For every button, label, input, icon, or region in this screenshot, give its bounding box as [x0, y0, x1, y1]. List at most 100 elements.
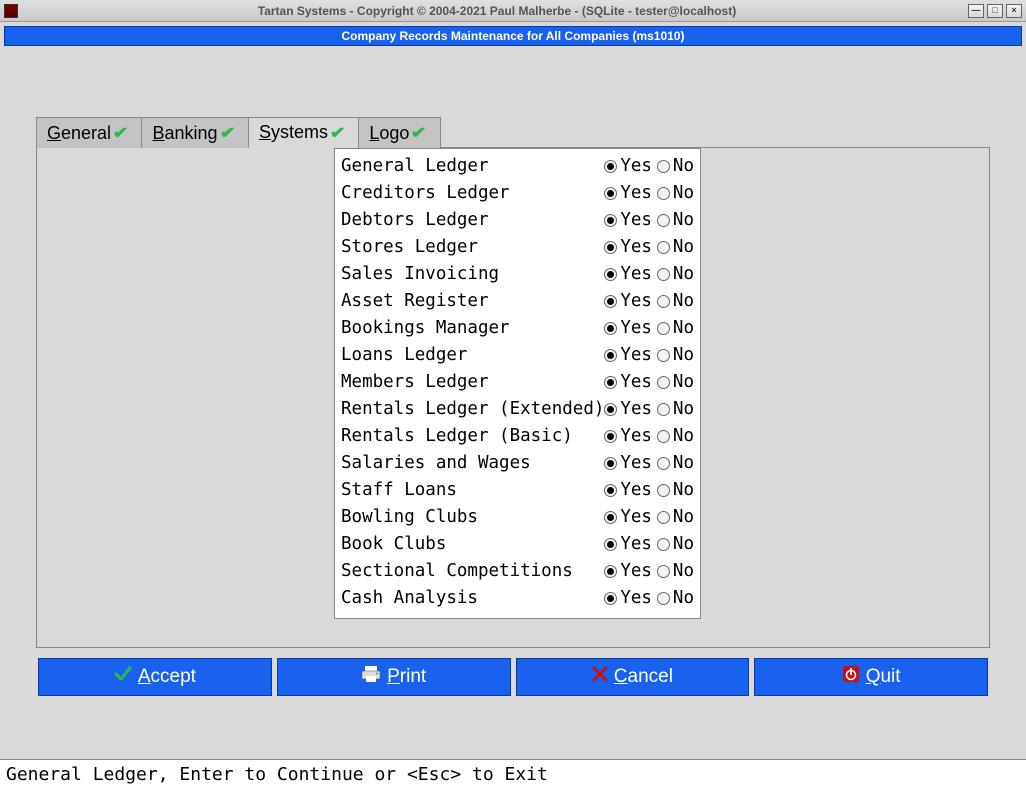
system-row: Asset RegisterYesNo: [341, 288, 694, 315]
radio-no[interactable]: [657, 430, 670, 443]
system-row: Debtors LedgerYesNo: [341, 207, 694, 234]
radio-no-label: No: [673, 450, 694, 477]
cancel-button[interactable]: Cancel: [516, 658, 750, 696]
radio-yes[interactable]: [604, 457, 617, 470]
radio-no[interactable]: [657, 187, 670, 200]
content-area: General ✔ Banking ✔ Systems ✔ Logo ✔ Gen…: [4, 46, 1022, 716]
radio-yes-label: Yes: [620, 153, 652, 180]
radio-no-label: No: [673, 207, 694, 234]
radio-no[interactable]: [657, 241, 670, 254]
radio-no-label: No: [673, 369, 694, 396]
radio-no-label: No: [673, 585, 694, 612]
radio-group: Yes No: [604, 153, 694, 180]
radio-no[interactable]: [657, 376, 670, 389]
radio-no[interactable]: [657, 322, 670, 335]
close-button[interactable]: ×: [1006, 4, 1022, 18]
radio-group: Yes No: [604, 450, 694, 477]
radio-yes[interactable]: [604, 484, 617, 497]
print-button[interactable]: Print: [277, 658, 511, 696]
radio-yes[interactable]: [604, 322, 617, 335]
radio-yes[interactable]: [604, 376, 617, 389]
system-label: Salaries and Wages: [341, 450, 604, 477]
radio-no[interactable]: [657, 160, 670, 173]
radio-no-label: No: [673, 261, 694, 288]
radio-no[interactable]: [657, 268, 670, 281]
action-buttons: Accept Print Cancel Quit: [36, 658, 990, 696]
tab-general[interactable]: General ✔: [36, 117, 142, 148]
radio-yes[interactable]: [604, 403, 617, 416]
tab-logo[interactable]: Logo ✔: [358, 117, 440, 148]
system-label: Asset Register: [341, 288, 604, 315]
radio-no-label: No: [673, 180, 694, 207]
accept-button[interactable]: Accept: [38, 658, 272, 696]
app-body: Company Records Maintenance for All Comp…: [0, 22, 1026, 759]
minimize-button[interactable]: —: [968, 4, 984, 18]
window-controls: — □ ×: [968, 4, 1022, 18]
radio-group: YesNo: [604, 315, 694, 342]
radio-group: Yes No: [604, 342, 694, 369]
tab-systems[interactable]: Systems ✔: [248, 117, 359, 148]
system-label: Rentals Ledger (Basic): [341, 423, 604, 450]
maximize-button[interactable]: □: [987, 4, 1003, 18]
system-label: General Ledger: [341, 153, 604, 180]
system-label: Stores Ledger: [341, 234, 604, 261]
system-row: Rentals Ledger (Basic)YesNo: [341, 423, 694, 450]
printer-icon: [361, 665, 381, 689]
radio-yes[interactable]: [604, 268, 617, 281]
radio-no[interactable]: [657, 403, 670, 416]
titlebar: Tartan Systems - Copyright © 2004-2021 P…: [0, 0, 1026, 22]
radio-yes[interactable]: [604, 565, 617, 578]
radio-yes[interactable]: [604, 187, 617, 200]
radio-no-label: No: [673, 423, 694, 450]
radio-group: YesNo: [604, 288, 694, 315]
system-row: Loans LedgerYesNo: [341, 342, 694, 369]
radio-no[interactable]: [657, 295, 670, 308]
system-label: Sectional Competitions: [341, 558, 604, 585]
radio-yes-label: Yes: [620, 531, 652, 558]
radio-yes-label: Yes: [620, 585, 652, 612]
radio-yes[interactable]: [604, 160, 617, 173]
system-row: Bowling ClubsYesNo: [341, 504, 694, 531]
radio-yes[interactable]: [604, 430, 617, 443]
system-row: General Ledger Yes No: [341, 153, 694, 180]
system-row: Book ClubsYesNo: [341, 531, 694, 558]
check-icon: ✔: [219, 123, 235, 143]
radio-no[interactable]: [657, 484, 670, 497]
system-row: Cash Analysis Yes No: [341, 585, 694, 612]
radio-no[interactable]: [657, 349, 670, 362]
tab-banking[interactable]: Banking ✔: [141, 117, 248, 148]
radio-group: YesNo: [604, 531, 694, 558]
radio-yes[interactable]: [604, 349, 617, 362]
system-label: Bookings Manager: [341, 315, 604, 342]
system-row: Creditors LedgerYesNo: [341, 180, 694, 207]
radio-yes-label: Yes: [620, 450, 652, 477]
radio-yes-label: Yes: [620, 180, 652, 207]
radio-group: Yes No: [604, 234, 694, 261]
radio-no[interactable]: [657, 214, 670, 227]
radio-no-label: No: [673, 396, 694, 423]
radio-yes-label: Yes: [620, 234, 652, 261]
tabs: General ✔ Banking ✔ Systems ✔ Logo ✔: [36, 116, 990, 148]
radio-yes-label: Yes: [620, 369, 652, 396]
radio-yes-label: Yes: [620, 342, 652, 369]
radio-no-label: No: [673, 153, 694, 180]
app-icon: [4, 4, 18, 18]
radio-no[interactable]: [657, 565, 670, 578]
radio-yes[interactable]: [604, 214, 617, 227]
radio-no[interactable]: [657, 457, 670, 470]
radio-yes[interactable]: [604, 592, 617, 605]
radio-no[interactable]: [657, 538, 670, 551]
radio-no[interactable]: [657, 592, 670, 605]
system-label: Sales Invoicing: [341, 261, 604, 288]
radio-no[interactable]: [657, 511, 670, 524]
radio-yes[interactable]: [604, 241, 617, 254]
system-label: Cash Analysis: [341, 585, 604, 612]
radio-yes[interactable]: [604, 538, 617, 551]
radio-no-label: No: [673, 315, 694, 342]
radio-no-label: No: [673, 342, 694, 369]
radio-yes[interactable]: [604, 295, 617, 308]
systems-list: General LedgerYesNoCreditors LedgerYesNo…: [334, 148, 701, 619]
radio-no-label: No: [673, 234, 694, 261]
radio-yes[interactable]: [604, 511, 617, 524]
quit-button[interactable]: Quit: [754, 658, 988, 696]
